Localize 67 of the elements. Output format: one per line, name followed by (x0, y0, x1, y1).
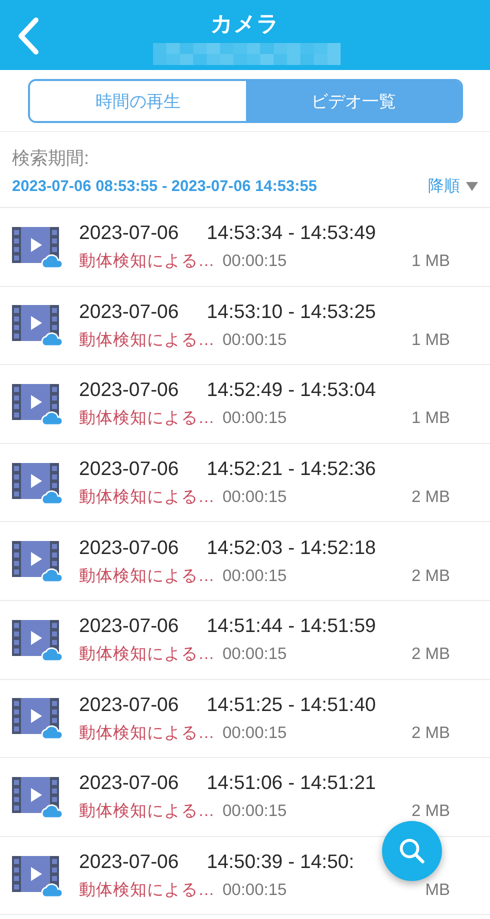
event-type: 動体検知による… (79, 566, 214, 587)
search-button[interactable] (382, 821, 442, 881)
video-date: 2023-07-06 (79, 850, 179, 874)
video-cloud-icon (12, 303, 62, 348)
video-time-range: 14:52:21 - 14:52:36 (206, 457, 376, 482)
video-duration: 00:00:15 (222, 251, 287, 272)
video-cloud-icon (12, 696, 62, 740)
event-type: 動体検知による… (79, 880, 214, 902)
video-time-range: 14:53:10 - 14:53:25 (206, 300, 376, 324)
file-size: 1 MB (411, 330, 450, 351)
video-date: 2023-07-06 (79, 221, 179, 246)
event-type: 動体検知による… (79, 644, 214, 666)
video-date: 2023-07-06 (79, 300, 179, 324)
event-type: 動体検知による… (79, 408, 214, 430)
video-cloud-icon (12, 382, 62, 426)
date-range: 2023-07-06 08:53:55 - 2023-07-06 14:53:55 (12, 178, 318, 196)
file-size: 2 MB (411, 644, 450, 666)
video-date: 2023-07-06 (79, 771, 179, 796)
file-size: 1 MB (411, 251, 450, 272)
event-type: 動体検知による… (79, 330, 214, 351)
video-time-range: 14:51:25 - 14:51:40 (206, 692, 376, 717)
video-time-range: 14:52:49 - 14:53:04 (206, 378, 376, 402)
file-size: 2 MB (411, 487, 450, 508)
video-cloud-icon (12, 774, 62, 819)
video-cloud-icon (12, 854, 62, 898)
video-list-item[interactable]: 2023-07-06 14:51:44 - 14:51:59 動体検知による… 00:00:15 2 MB (0, 600, 490, 680)
video-duration: 00:00:15 (222, 722, 287, 744)
dropdown-triangle-icon (466, 182, 478, 191)
video-time-range: 14:52:03 - 14:52:18 (206, 536, 376, 560)
video-duration: 00:00:15 (222, 644, 287, 666)
video-time-range: 14:51:06 - 14:51:21 (206, 771, 376, 796)
video-cloud-icon (12, 460, 62, 505)
video-date: 2023-07-06 (79, 378, 179, 402)
file-size: MB (425, 880, 450, 902)
video-list-item[interactable]: 2023-07-06 14:52:03 - 14:52:18 動体検知による… 00:00:15 2 MB (0, 522, 490, 601)
video-list-item[interactable]: 2023-07-06 14:52:21 - 14:52:36 動体検知による… 00:00:15 2 MB (0, 444, 490, 522)
video-cloud-icon (12, 224, 62, 269)
video-date: 2023-07-06 (79, 457, 179, 482)
video-time-range: 14:51:44 - 14:51:59 (206, 614, 376, 638)
video-time-range: 14:53:34 - 14:53:49 (206, 221, 376, 246)
file-size: 1 MB (411, 408, 450, 430)
file-size: 2 MB (411, 722, 450, 744)
search-period-label: 検索期間: (12, 147, 90, 170)
video-duration: 00:00:15 (222, 880, 287, 902)
event-type: 動体検知による… (79, 722, 214, 744)
video-cloud-icon (12, 539, 62, 584)
video-time-range: 14:50:39 - 14:50: (206, 850, 354, 874)
file-size: 2 MB (411, 801, 450, 822)
video-duration: 00:00:15 (222, 330, 287, 351)
video-list-item[interactable]: 2023-07-06 14:51:25 - 14:51:40 動体検知による… 00:00:15 2 MB (0, 680, 490, 758)
video-duration: 00:00:15 (222, 801, 287, 822)
video-list-item[interactable]: 2023-07-06 14:52:49 - 14:53:04 動体検知による… 00:00:15 1 MB (0, 365, 490, 444)
event-type: 動体検知による… (79, 801, 214, 822)
event-type: 動体検知による… (79, 487, 214, 508)
search-icon (398, 837, 426, 865)
video-list-item[interactable]: 2023-07-06 14:53:10 - 14:53:25 動体検知による… 00:00:15 1 MB (0, 286, 490, 366)
file-size: 2 MB (411, 566, 450, 587)
video-date: 2023-07-06 (79, 692, 179, 717)
screen-title: カメラ (210, 10, 280, 38)
video-cloud-icon (12, 618, 62, 662)
video-duration: 00:00:15 (222, 566, 287, 587)
video-date: 2023-07-06 (79, 536, 179, 560)
video-duration: 00:00:15 (222, 487, 287, 508)
video-duration: 00:00:15 (222, 408, 287, 430)
event-type: 動体検知による… (79, 251, 214, 272)
video-date: 2023-07-06 (79, 614, 179, 638)
video-list-item[interactable]: 2023-07-06 14:53:34 - 14:53:49 動体検知による… 00:00:15 1 MB (0, 208, 490, 287)
